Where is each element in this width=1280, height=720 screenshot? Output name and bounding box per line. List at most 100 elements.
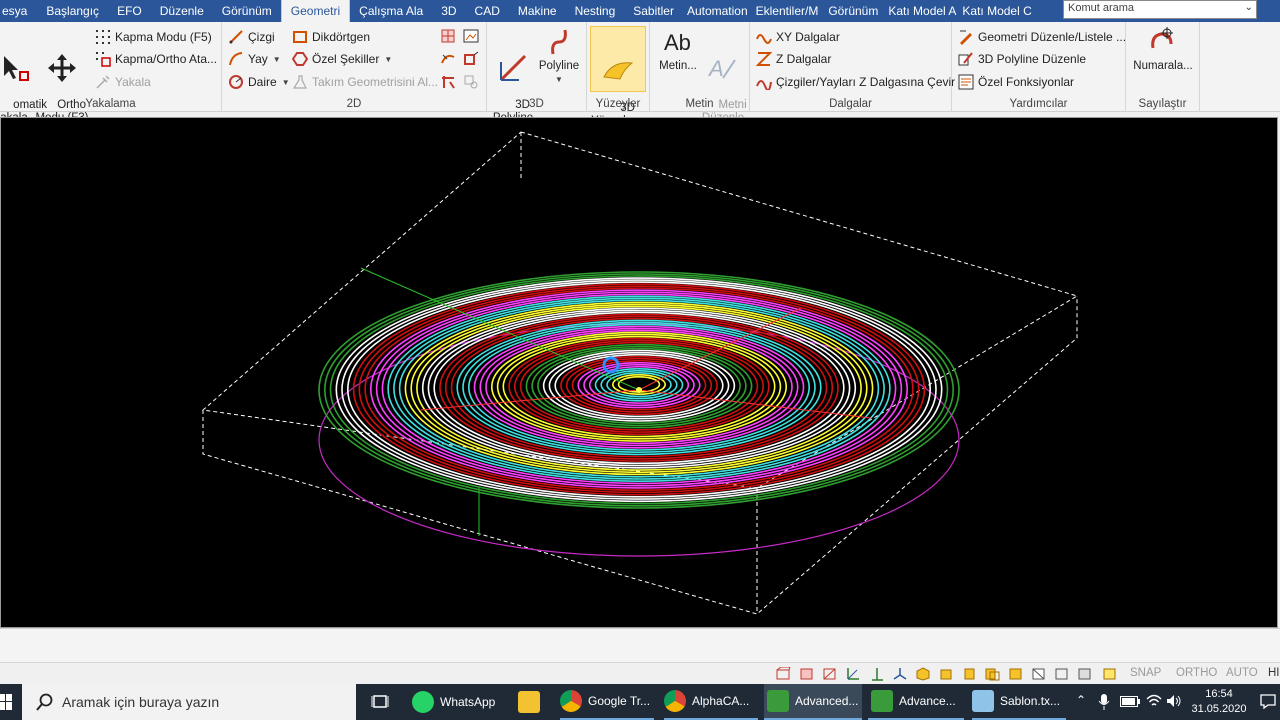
tab-dosya[interactable]: esya bbox=[0, 0, 38, 22]
ortho-toggle[interactable]: ORTHO bbox=[1176, 667, 1217, 679]
taskbar-app-whatsapp[interactable]: WhatsApp bbox=[412, 684, 495, 720]
snap-toggle[interactable]: SNAP bbox=[1130, 667, 1161, 679]
tab-sabitler[interactable]: Sabitler bbox=[624, 0, 683, 22]
hi-toggle[interactable]: HI bbox=[1268, 667, 1280, 679]
tab-gorunum[interactable]: Görünüm bbox=[213, 0, 281, 22]
kapma-ortho-ata-button[interactable]: Kapma/Ortho Ata... bbox=[95, 49, 217, 69]
axis-xy-icon[interactable] bbox=[846, 667, 861, 681]
drawing-canvas[interactable] bbox=[0, 117, 1278, 628]
wireframe-icon[interactable] bbox=[1054, 667, 1069, 681]
view-top-icon[interactable] bbox=[776, 667, 791, 681]
numarala-button[interactable]: Numarala... bbox=[1128, 26, 1198, 73]
cizgi-button[interactable]: Çizgi bbox=[228, 27, 275, 47]
taskbar-app-advanced-2[interactable]: Advance... bbox=[868, 684, 964, 720]
notification-icon[interactable] bbox=[1260, 694, 1276, 709]
tab-kati-model-a[interactable]: Katı Model A bbox=[884, 0, 958, 22]
task-view-icon[interactable] bbox=[371, 694, 389, 710]
z-wave-icon bbox=[756, 52, 772, 66]
ozel-fonksiyonlar-button[interactable]: Özel Fonksiyonlar bbox=[958, 72, 1074, 92]
microphone-icon[interactable] bbox=[1098, 694, 1110, 710]
yay-button[interactable]: Yay ▼ bbox=[228, 49, 281, 69]
geometri-duzenle-button[interactable]: Geometri Düzenle/Listele ... bbox=[958, 27, 1126, 47]
taskbar-search-input[interactable]: Aramak için buraya yazın bbox=[22, 684, 356, 720]
view-side-icon[interactable] bbox=[822, 667, 837, 681]
polyline-button[interactable]: Polyline ▼ bbox=[535, 26, 583, 86]
ozel-sekiller-button[interactable]: Özel Şekiller ▼ bbox=[292, 49, 392, 69]
trim-tool-icon[interactable] bbox=[440, 74, 456, 90]
tab-nesting[interactable]: Nesting bbox=[566, 0, 625, 22]
xy-dalgalar-button[interactable]: XY Dalgalar bbox=[756, 27, 840, 47]
axis-z-icon[interactable] bbox=[870, 667, 885, 681]
spline-tool-icon[interactable] bbox=[440, 51, 456, 67]
view-front-icon[interactable] bbox=[799, 667, 814, 681]
highlight-icon[interactable] bbox=[1102, 667, 1117, 681]
taskbar-app-google-translate[interactable]: Google Tr... bbox=[560, 684, 654, 720]
auto-toggle[interactable]: AUTO bbox=[1226, 667, 1258, 679]
tool-geometry-icon bbox=[292, 75, 307, 89]
cube-left-icon[interactable] bbox=[985, 667, 1000, 681]
tab-duzenle[interactable]: Düzenle bbox=[151, 0, 213, 22]
wifi-icon[interactable] bbox=[1146, 694, 1162, 708]
cube-back-icon[interactable] bbox=[1008, 667, 1023, 681]
tab-geometri[interactable]: Geometri bbox=[280, 0, 351, 22]
kapma-modu-button[interactable]: Kapma Modu (F5) bbox=[95, 27, 212, 47]
metin-button[interactable]: Ab Metin... bbox=[654, 26, 702, 73]
extend-tool-icon[interactable] bbox=[463, 74, 479, 90]
chrome-icon bbox=[664, 690, 686, 712]
surface-icon bbox=[603, 62, 634, 80]
pick-icon bbox=[96, 75, 110, 89]
folder-icon bbox=[518, 691, 540, 713]
group-yardimcilar: Geometri Düzenle/Listele ... 3D Polyline… bbox=[952, 22, 1126, 112]
command-search-input[interactable]: Komut arama ⌄ bbox=[1063, 0, 1257, 19]
cube-iso-icon[interactable] bbox=[916, 667, 931, 681]
battery-icon[interactable] bbox=[1120, 696, 1140, 707]
chevron-down-icon[interactable]: ▼ bbox=[384, 55, 392, 64]
group-3d: 3D Polyline Polyline ▼ 3D bbox=[487, 22, 587, 124]
group-label-dalgalar: Dalgalar bbox=[829, 98, 872, 110]
3d-yuzeyler-button[interactable]: 3D Yüzeyler... bbox=[590, 26, 646, 127]
dikdortgen-button[interactable]: Dikdörtgen bbox=[292, 27, 370, 47]
tab-cad[interactable]: CAD bbox=[466, 0, 509, 22]
grid-tool-icon[interactable] bbox=[440, 28, 456, 44]
yakala-button[interactable]: Yakala bbox=[95, 72, 151, 92]
tab-efo[interactable]: EFO bbox=[108, 0, 151, 22]
chevron-down-icon[interactable]: ▼ bbox=[282, 78, 290, 87]
tab-automation[interactable]: Automation bbox=[683, 0, 752, 22]
tab-baslangic[interactable]: Başlangıç bbox=[37, 0, 108, 22]
shaded-icon[interactable] bbox=[1077, 667, 1092, 681]
taskbar-search-placeholder: Aramak için buraya yazın bbox=[62, 694, 220, 710]
daire-button[interactable]: Daire ▼ bbox=[228, 72, 290, 92]
axis-iso-icon[interactable] bbox=[893, 667, 908, 681]
volume-icon[interactable] bbox=[1166, 694, 1182, 708]
tab-calisma-alani[interactable]: Çalışma Ala bbox=[350, 0, 432, 22]
cube-right-icon[interactable] bbox=[962, 667, 977, 681]
group-yuzeyler: 3D Yüzeyler... Yüzeyler bbox=[587, 22, 650, 127]
taskbar-app-explorer[interactable] bbox=[518, 684, 546, 720]
tab-gorunum-2[interactable]: Görünüm bbox=[822, 0, 884, 22]
windows-start-icon[interactable] bbox=[0, 694, 12, 710]
chrome-icon bbox=[560, 690, 582, 712]
tab-eklentiler[interactable]: Eklentiler/M bbox=[752, 0, 823, 22]
model-view[interactable] bbox=[1, 118, 1277, 627]
tab-makine[interactable]: Makine bbox=[509, 0, 566, 22]
offset-tool-icon[interactable] bbox=[463, 51, 479, 67]
cube-bottom-icon[interactable] bbox=[1031, 667, 1046, 681]
takim-geometrisi-button[interactable]: Takım Geometrisini Al... bbox=[292, 72, 438, 92]
chevron-down-icon[interactable]: ⌄ bbox=[1245, 2, 1253, 13]
taskbar-app-advanced-1[interactable]: Advanced... bbox=[764, 684, 862, 720]
chevron-down-icon[interactable]: ▼ bbox=[273, 55, 281, 64]
taskbar-clock[interactable]: 16:54 31.05.2020 bbox=[1190, 687, 1248, 717]
3d-polyline-duzenle-button[interactable]: 3D Polyline Düzenle bbox=[958, 49, 1086, 69]
cizgileri-z-dalgasina-cevir-button[interactable]: Çizgiler/Yayları Z Dalgasına Çevir bbox=[756, 72, 955, 92]
taskbar-app-notepad[interactable]: Sablon.tx... bbox=[972, 684, 1066, 720]
taskbar-app-alphacam[interactable]: AlphaCA... bbox=[664, 684, 758, 720]
z-dalgalar-button[interactable]: Z Dalgalar bbox=[756, 49, 831, 69]
chevron-down-icon[interactable]: ▼ bbox=[535, 73, 583, 86]
tab-kati-model-c[interactable]: Katı Model C bbox=[958, 0, 1033, 22]
cube-front-icon[interactable] bbox=[939, 667, 954, 681]
image-tool-icon[interactable] bbox=[463, 28, 479, 44]
command-line-area[interactable] bbox=[0, 628, 1280, 662]
tab-3d[interactable]: 3D bbox=[432, 0, 465, 22]
center-point bbox=[636, 387, 642, 393]
chevron-up-icon[interactable]: ⌃ bbox=[1076, 693, 1086, 707]
